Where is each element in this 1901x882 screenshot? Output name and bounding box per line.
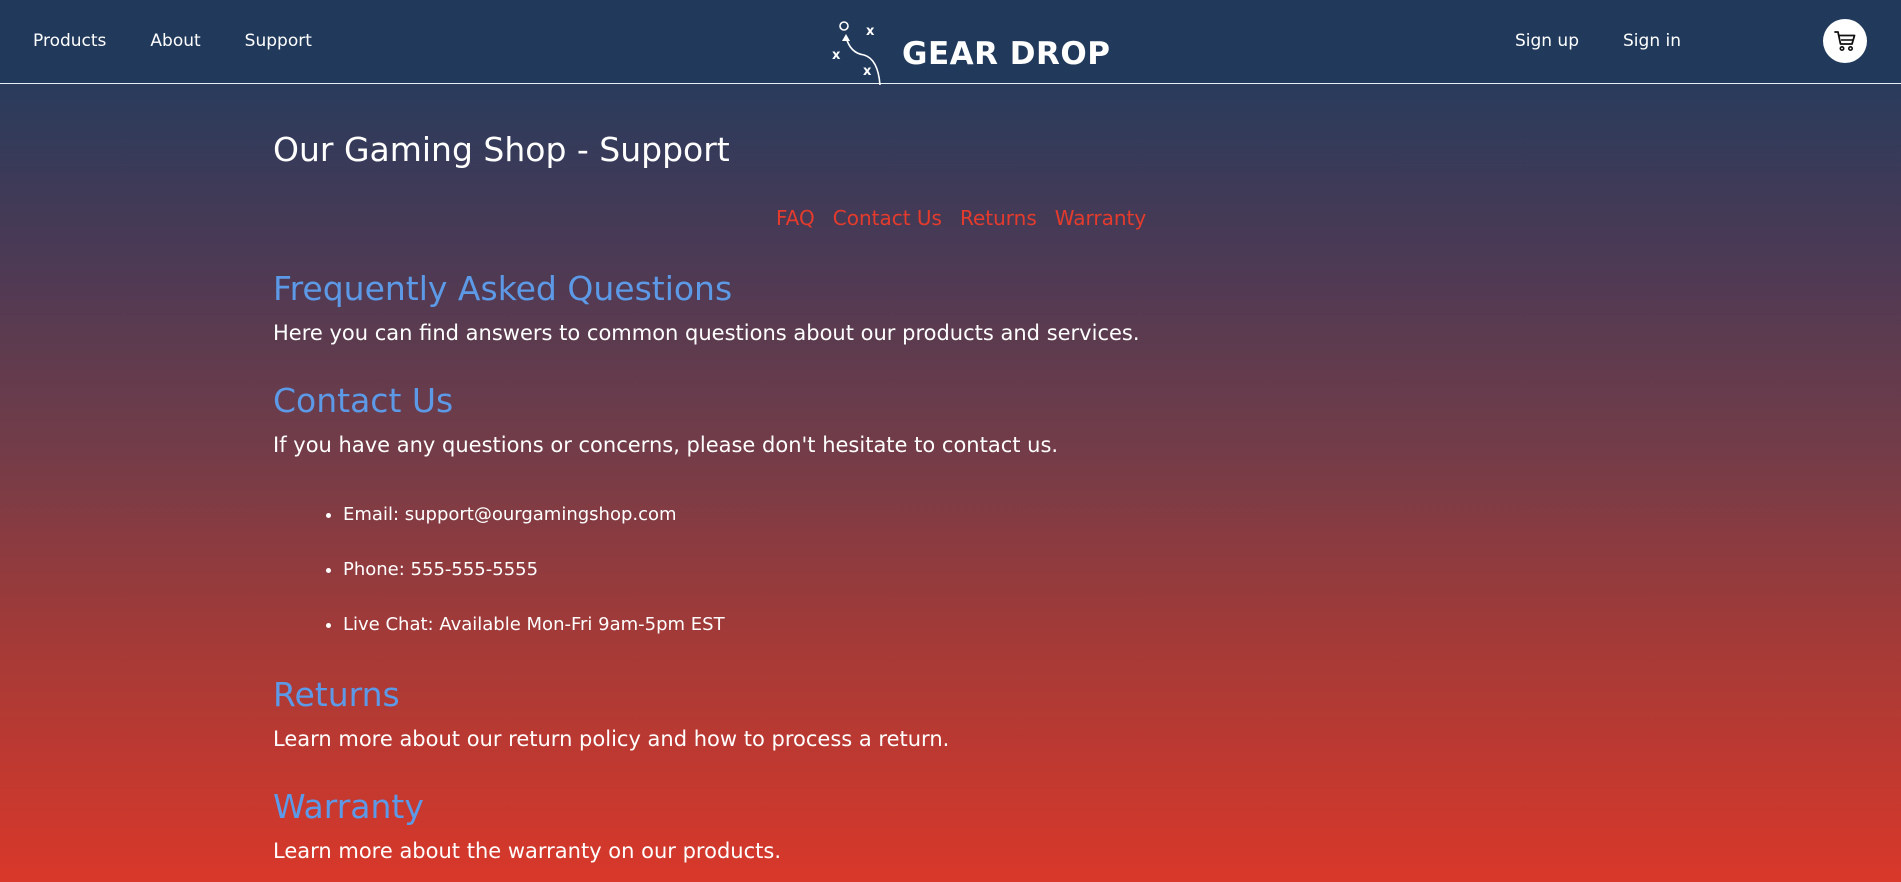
svg-text:x: x xyxy=(866,24,875,39)
sign-up-link[interactable]: Sign up xyxy=(1515,31,1579,51)
faq-heading: Frequently Asked Questions xyxy=(273,269,733,308)
sign-in-link[interactable]: Sign in xyxy=(1623,31,1681,51)
returns-description: Learn more about our return policy and h… xyxy=(273,727,950,751)
subnav-contact-link[interactable]: Contact Us xyxy=(833,206,942,230)
nav-support-link[interactable]: Support xyxy=(245,31,312,51)
page-title: Our Gaming Shop - Support xyxy=(273,130,730,169)
nav-about-link[interactable]: About xyxy=(150,31,200,51)
subnav-warranty-link[interactable]: Warranty xyxy=(1055,206,1146,230)
contact-chat-item: Live Chat: Available Mon-Fri 9am-5pm EST xyxy=(343,608,725,663)
svg-text:x: x xyxy=(832,48,841,63)
contact-phone-item: Phone: 555-555-5555 xyxy=(343,553,725,608)
primary-nav: Products About Support xyxy=(33,0,312,82)
subnav-faq-link[interactable]: FAQ xyxy=(776,206,815,230)
shopping-cart-icon xyxy=(1834,31,1856,51)
warranty-heading: Warranty xyxy=(273,787,424,826)
play-diagram-icon: x x x xyxy=(832,21,881,85)
returns-heading: Returns xyxy=(273,675,400,714)
account-nav: Sign up Sign in xyxy=(1515,0,1681,82)
faq-description: Here you can find answers to common ques… xyxy=(273,321,1140,345)
cart-button[interactable] xyxy=(1823,19,1867,63)
site-header: Products About Support x x x GEAR DROP S… xyxy=(0,0,1901,86)
svg-text:x: x xyxy=(863,64,872,79)
contact-description: If you have any questions or concerns, p… xyxy=(273,433,1059,457)
support-subnav: FAQ Contact Us Returns Warranty xyxy=(776,206,1146,230)
contact-list: Email: support@ourgamingshop.com Phone: … xyxy=(273,498,725,663)
contact-email-item: Email: support@ourgamingshop.com xyxy=(343,498,725,553)
site-logo[interactable]: x x x GEAR DROP xyxy=(828,18,1110,86)
logo-wordmark: GEAR DROP xyxy=(902,36,1111,72)
subnav-returns-link[interactable]: Returns xyxy=(960,206,1037,230)
nav-products-link[interactable]: Products xyxy=(33,31,106,51)
warranty-description: Learn more about the warranty on our pro… xyxy=(273,839,781,863)
contact-heading: Contact Us xyxy=(273,381,454,420)
